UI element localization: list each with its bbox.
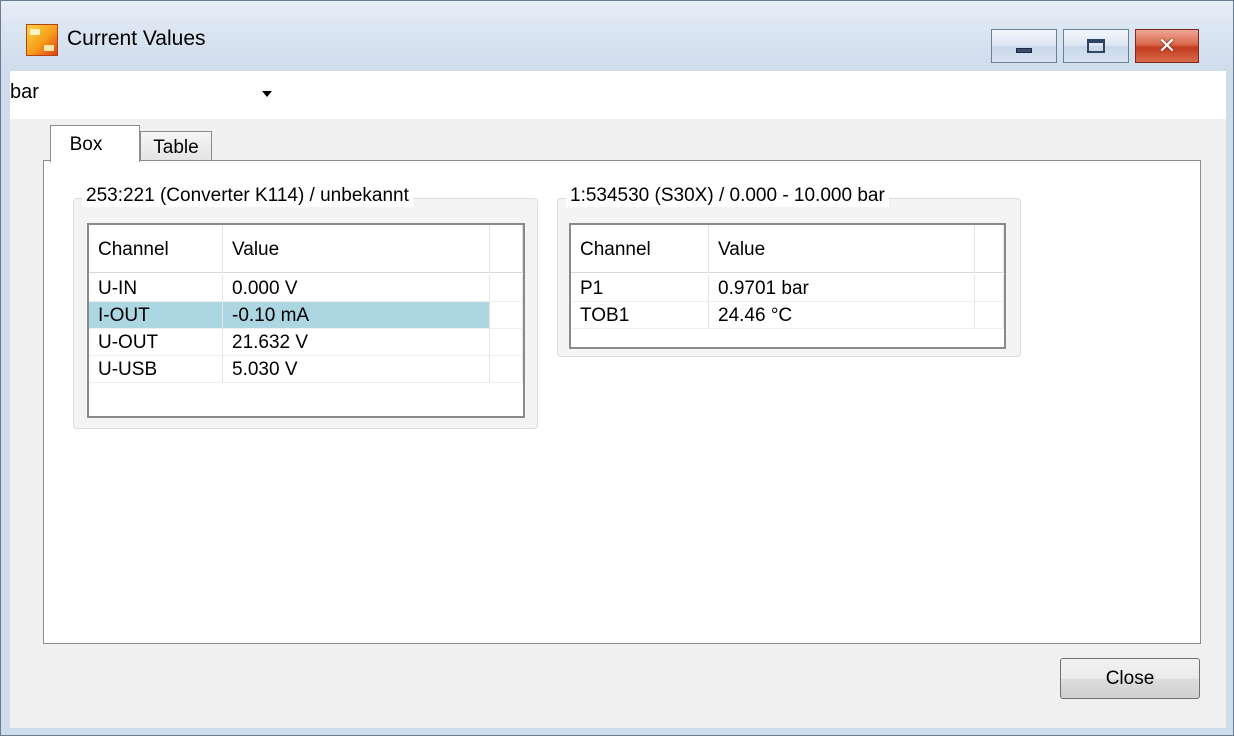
channel-grid[interactable]: Channel Value P1 0.9701 bar TOB1 24.46 °…: [569, 223, 1006, 349]
client-area: bar Box Table 253:221 (Converter K114) /…: [10, 71, 1226, 728]
column-header-channel[interactable]: Channel: [89, 225, 223, 273]
value-cell: 5.030 V: [223, 356, 490, 383]
tab-box-label: Box: [69, 134, 103, 155]
table-row[interactable]: P1 0.9701 bar: [571, 275, 1004, 302]
app-icon: [26, 24, 58, 56]
channel-cell: P1: [571, 275, 709, 302]
column-header-value[interactable]: Value: [223, 225, 490, 273]
unit-dropdown-value: bar: [10, 81, 39, 103]
tab-table[interactable]: Table: [140, 131, 212, 161]
unit-dropdown[interactable]: bar: [10, 71, 282, 117]
grid-header: Channel Value: [571, 225, 1004, 273]
current-values-window: Current Values ✕ bar Box Table 253:221 (…: [0, 0, 1234, 736]
toolbar-strip: bar: [10, 71, 1226, 119]
grid-header: Channel Value: [89, 225, 523, 273]
value-cell: 24.46 °C: [709, 302, 975, 329]
dropdown-arrow-icon[interactable]: [262, 91, 272, 97]
table-row-selected[interactable]: I-OUT -0.10 mA: [89, 302, 523, 329]
filler-cell: [975, 302, 1004, 329]
device-group-title: 1:534530 (S30X) / 0.000 - 10.000 bar: [566, 185, 889, 207]
channel-cell: U-IN: [89, 275, 223, 302]
tab-box[interactable]: Box: [50, 125, 140, 162]
tab-table-label: Table: [153, 137, 199, 158]
minimize-icon: [1016, 48, 1032, 53]
column-header-filler: [490, 225, 523, 273]
close-icon: ✕: [1157, 33, 1177, 59]
close-window-button[interactable]: ✕: [1135, 29, 1199, 63]
filler-cell: [490, 302, 523, 329]
minimize-button[interactable]: [991, 29, 1057, 63]
box-tab-page: 253:221 (Converter K114) / unbekannt Cha…: [43, 160, 1201, 644]
channel-cell: U-OUT: [89, 329, 223, 356]
channel-cell: U-USB: [89, 356, 223, 383]
close-button[interactable]: Close: [1060, 658, 1200, 699]
channel-cell: I-OUT: [89, 302, 223, 329]
filler-cell: [490, 275, 523, 302]
column-header-filler: [975, 225, 1004, 273]
table-row[interactable]: U-USB 5.030 V: [89, 356, 523, 383]
filler-cell: [490, 329, 523, 356]
value-cell: 21.632 V: [223, 329, 490, 356]
maximize-icon: [1087, 39, 1105, 53]
device-group-s30x: 1:534530 (S30X) / 0.000 - 10.000 bar Cha…: [557, 185, 1021, 357]
channel-cell: TOB1: [571, 302, 709, 329]
window-controls: ✕: [991, 29, 1199, 63]
channel-grid[interactable]: Channel Value U-IN 0.000 V I-OUT -0.10 m…: [87, 223, 525, 418]
value-cell: -0.10 mA: [223, 302, 490, 329]
filler-cell: [975, 275, 1004, 302]
column-header-channel[interactable]: Channel: [571, 225, 709, 273]
filler-cell: [490, 356, 523, 383]
table-row[interactable]: U-IN 0.000 V: [89, 275, 523, 302]
table-row[interactable]: U-OUT 21.632 V: [89, 329, 523, 356]
value-cell: 0.9701 bar: [709, 275, 975, 302]
column-header-value[interactable]: Value: [709, 225, 975, 273]
maximize-button[interactable]: [1063, 29, 1129, 63]
device-group-converter: 253:221 (Converter K114) / unbekannt Cha…: [73, 185, 538, 429]
device-group-title: 253:221 (Converter K114) / unbekannt: [82, 185, 413, 207]
table-row[interactable]: TOB1 24.46 °C: [571, 302, 1004, 329]
window-title: Current Values: [67, 27, 206, 50]
value-cell: 0.000 V: [223, 275, 490, 302]
title-bar[interactable]: Current Values ✕: [1, 1, 1233, 71]
